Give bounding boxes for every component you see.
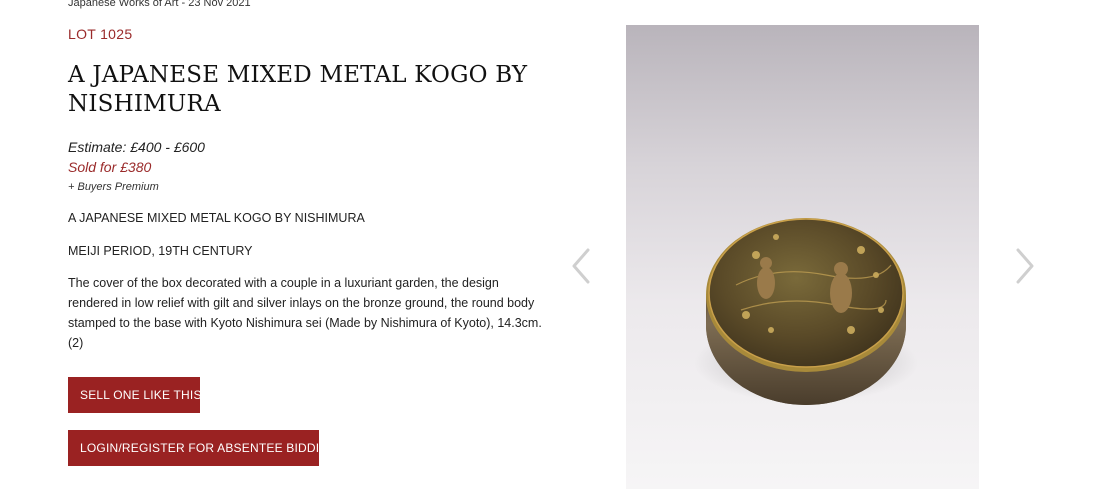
chevron-left-icon — [572, 248, 590, 284]
estimate-text: Estimate: £400 - £600 — [68, 139, 205, 155]
lot-number: LOT 1025 — [68, 26, 133, 42]
page-title: A JAPANESE MIXED METAL KOGO BY NISHIMURA — [68, 62, 528, 117]
login-register-button[interactable]: LOGIN/REGISTER FOR ABSENTEE BIDDING — [68, 430, 338, 466]
description-heading: A JAPANESE MIXED METAL KOGO BY NISHIMURA — [68, 211, 365, 225]
breadcrumb[interactable]: Japanese Works of Art - 23 Nov 2021 — [68, 0, 251, 9]
lot-image[interactable] — [626, 25, 979, 489]
buyers-premium-note: + Buyers Premium — [68, 181, 159, 193]
gallery-next-button[interactable] — [1010, 246, 1038, 286]
chevron-right-icon — [1016, 248, 1034, 284]
sold-price: Sold for £380 — [68, 159, 152, 175]
kogo-box-image — [694, 218, 918, 405]
description-period: MEIJI PERIOD, 19TH CENTURY — [68, 244, 253, 258]
description-body: The cover of the box decorated with a co… — [68, 276, 542, 350]
sell-one-like-this-button[interactable]: SELL ONE LIKE THIS — [68, 377, 201, 413]
gallery-prev-button[interactable] — [568, 246, 596, 286]
